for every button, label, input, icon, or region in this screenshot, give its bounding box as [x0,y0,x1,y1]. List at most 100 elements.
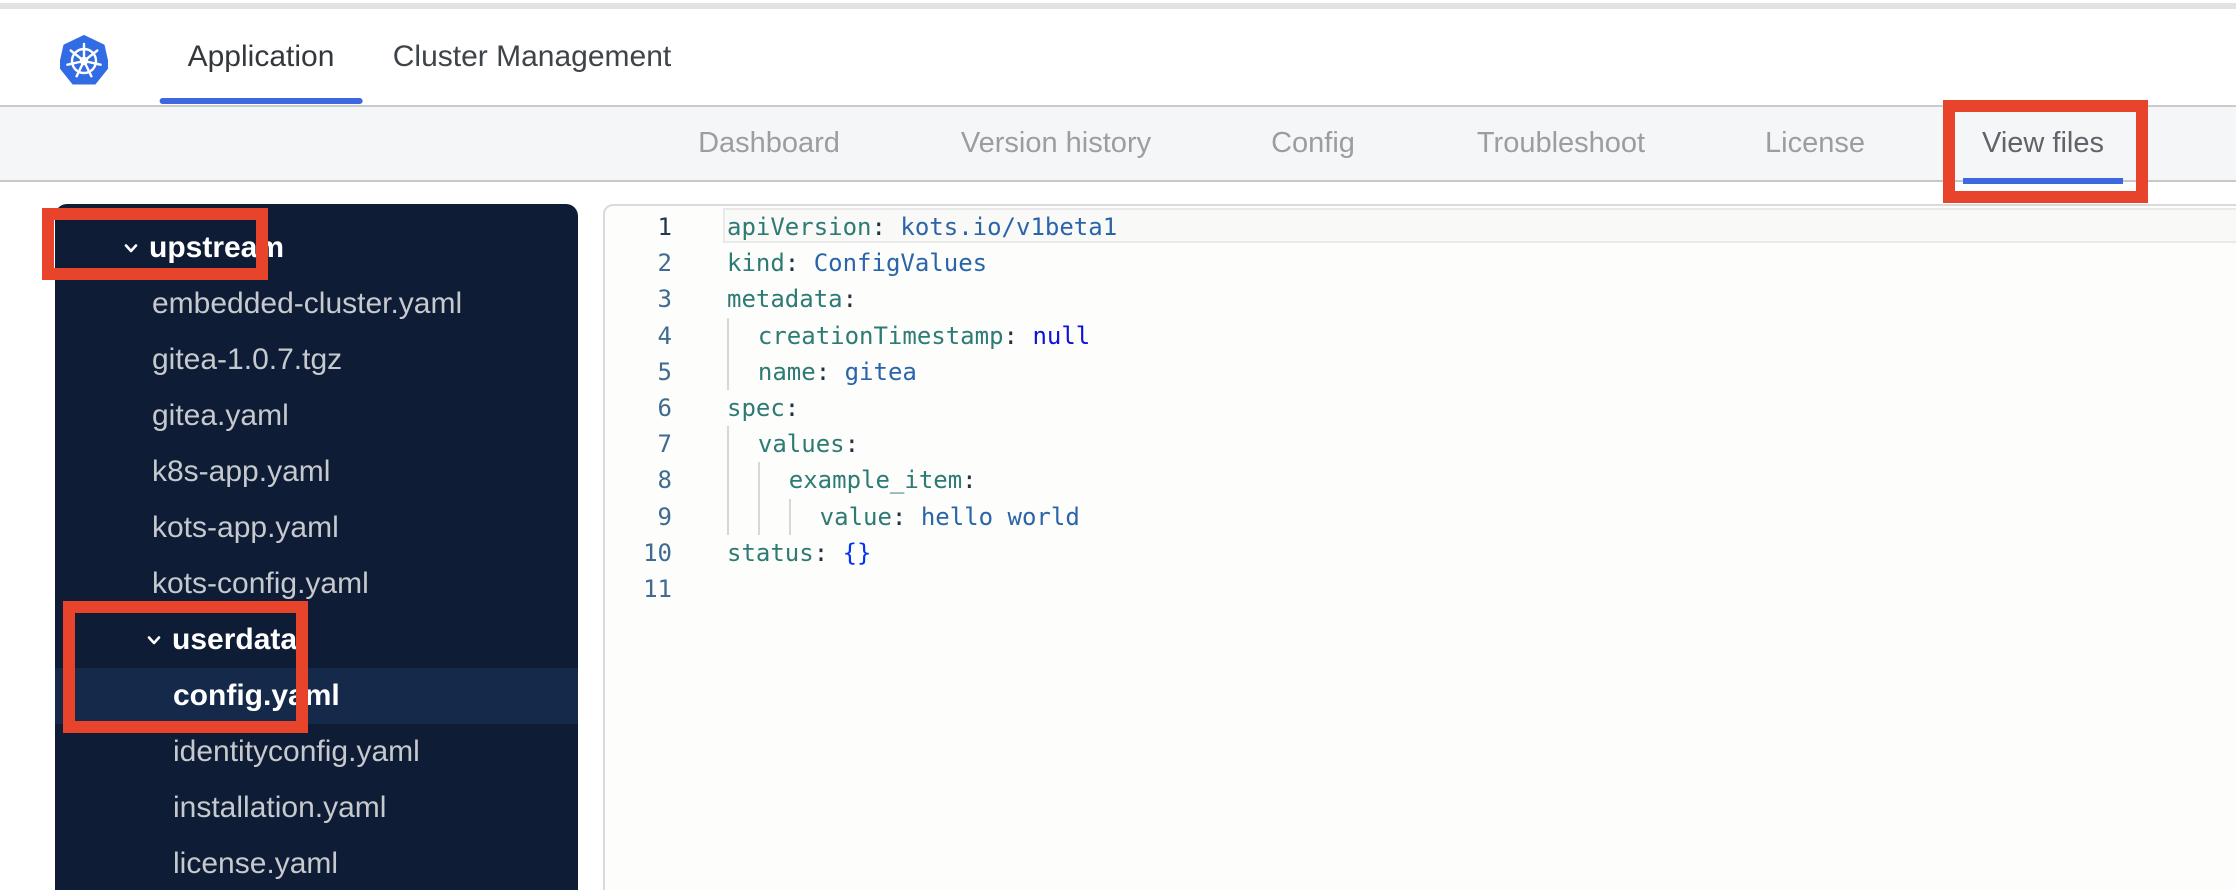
code-line-1: 1 apiVersion: kots.io/v1beta1 [605,209,2236,245]
code-line-content: status: {} [727,535,872,571]
token-str: hello world [920,502,1080,531]
tree-item-label: embedded-cluster.yaml [152,287,463,320]
line-number: 9 [657,502,672,531]
tree-item-label: userdata [172,623,298,656]
tree-file-embedded-cluster-yaml[interactable]: embedded-cluster.yaml [55,276,578,332]
line-number: 1 [657,213,672,241]
indent-guide [727,498,758,535]
tree-file-k8s-app-yaml[interactable]: k8s-app.yaml [55,444,578,500]
token-punc: : [844,430,860,459]
token-str: ConfigValues [813,249,988,278]
token-key: creationTimestamp [757,321,1004,350]
code-line-content: apiVersion: kots.io/v1beta1 [727,209,1117,245]
code-line-content: value: hello world [727,498,1080,535]
code-line-10: 10 status: {} [605,535,2236,571]
code-line-2: 2 kind: ConfigValues [605,245,2236,281]
subnav-tab-troubleshoot[interactable]: Troubleshoot [1477,107,1645,180]
subnav-tab-dashboard[interactable]: Dashboard [698,107,840,180]
code-editor[interactable]: 1 apiVersion: kots.io/v1beta1 2 kind: Confi… [605,206,2236,890]
subnav-tab-view-files[interactable]: View files [1963,107,2123,184]
tree-folder-upstream[interactable]: upstream [55,220,578,276]
token-punc: : [871,213,886,241]
tree-item-label: kots-config.yaml [152,567,369,600]
token-punc: : [1003,321,1018,350]
tree-file-license-yaml[interactable]: license.yaml [55,836,578,890]
code-line-content: creationTimestamp: null [727,317,1091,354]
code-line-5: 5 name: gitea [605,353,2236,390]
indent-guide [727,462,758,499]
tree-file-config-yaml[interactable]: config.yaml [55,668,578,724]
token-key: status [727,538,814,567]
tab-application[interactable]: Application [159,9,363,105]
token-punc: : [962,466,977,495]
code-line-11: 11 [605,571,2236,607]
code-line-4: 4 creationTimestamp: null [605,317,2236,354]
token-str: kots.io/v1beta1 [900,213,1118,241]
code-line-content: values: [727,426,860,463]
tree-file-gitea-1-0-7-tgz[interactable]: gitea-1.0.7.tgz [55,332,578,388]
subnav-tab-version-history[interactable]: Version history [961,107,1151,180]
token-punc: : [891,502,907,531]
subnav-tab-label: Version history [960,127,1152,159]
tree-file-kots-app-yaml[interactable]: kots-app.yaml [55,500,578,556]
line-number: 6 [657,393,672,422]
code-line-content: kind: ConfigValues [727,245,987,281]
code-line-content: metadata: [727,281,857,317]
token-punc: : [784,249,800,278]
tree-item-label: config.yaml [173,679,340,712]
kots-admin-console: Application Cluster Management Dashboard V… [0,0,2236,890]
indent-guide [727,426,758,463]
active-tab-underline [159,98,363,104]
active-subnav-underline [1963,178,2123,184]
token-punc: : [842,285,858,314]
code-line-7: 7 values: [605,426,2236,463]
subnav-tab-label: View files [1982,127,2104,159]
subnav-tab-config[interactable]: Config [1271,107,1355,180]
token-punc: : [784,393,800,422]
tab-cluster-management[interactable]: Cluster Management [393,9,671,105]
chevron-down-icon[interactable] [121,238,141,258]
code-line-9: 9 value: hello world [605,498,2236,535]
token-kw: null [1032,321,1091,350]
tree-item-label: k8s-app.yaml [152,455,331,488]
token-key: spec [727,393,785,422]
code-line-content: name: gitea [727,353,917,390]
kubernetes-logo-icon[interactable] [60,35,108,87]
tree-item-label: kots-app.yaml [152,511,339,544]
subnav-tab-label: Troubleshoot [1476,127,1646,159]
tree-file-gitea-yaml[interactable]: gitea.yaml [55,388,578,444]
code-line-content: example_item: [727,462,977,499]
indent-guide [788,498,820,535]
tree-folder-userdata[interactable]: userdata [55,612,578,668]
tree-item-label: gitea-1.0.7.tgz [152,343,343,376]
token-punc: : [813,538,829,567]
tree-file-identityconfig-yaml[interactable]: identityconfig.yaml [55,724,578,780]
tab-label: Cluster Management [392,40,672,73]
tree-item-label: installation.yaml [173,791,387,824]
file-viewer-panel: 1 apiVersion: kots.io/v1beta1 2 kind: Confi… [603,204,2236,890]
line-number: 11 [643,574,672,603]
token-key: kind [727,249,785,278]
code-line-6: 6 spec: [605,390,2236,426]
primary-header: Application Cluster Management [0,9,2236,107]
subnav-tab-license[interactable]: License [1765,107,1865,180]
line-number: 3 [657,285,672,314]
tree-file-installation-yaml[interactable]: installation.yaml [55,780,578,836]
chevron-down-icon[interactable] [144,630,164,650]
subnav-tab-label: Config [1271,127,1355,159]
app-subnav: Dashboard Version history Config Troublesho… [0,107,2236,184]
token-key: value [819,502,892,531]
line-number: 2 [657,249,672,278]
token-key: name [757,357,816,386]
token-brace: {} [842,538,872,567]
line-number: 5 [657,357,672,386]
token-punc: : [815,357,831,386]
tree-file-kots-config-yaml[interactable]: kots-config.yaml [55,556,578,612]
tab-label: Application [187,40,335,73]
subnav-tab-label: License [1765,127,1865,159]
tree-item-label: identityconfig.yaml [173,735,420,768]
